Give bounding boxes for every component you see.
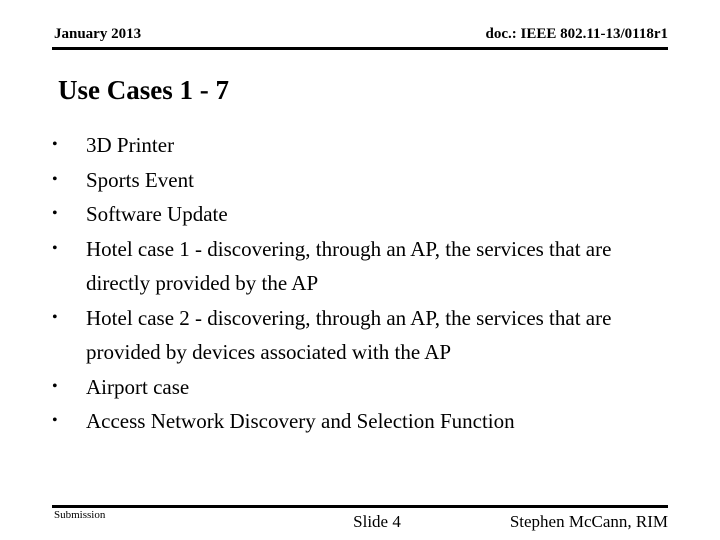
list-item: • Hotel case 2 - discovering, through an… <box>44 301 664 370</box>
header-document-number: doc.: IEEE 802.11-13/0118r1 <box>485 26 668 42</box>
list-item-label: Software Update <box>86 202 228 226</box>
list-item-label: 3D Printer <box>86 133 175 157</box>
bullet-icon: • <box>52 239 58 257</box>
list-item: • Software Update <box>44 197 664 232</box>
list-item-label: Airport case <box>86 374 190 399</box>
use-case-list: • 3D Printer • Sports Event • Software U… <box>44 128 664 439</box>
list-item: • Access Network Discovery and Selection… <box>44 404 664 439</box>
list-item: • Airport case <box>44 370 664 405</box>
slide: January 2013 doc.: IEEE 802.11-13/0118r1… <box>0 0 720 540</box>
page-title: Use Cases 1 - 7 <box>58 75 229 105</box>
list-item: • Sports Event <box>44 163 664 198</box>
list-item-label: Access Network Discovery and Selection F… <box>86 409 515 433</box>
list-item-label: Sports Event <box>86 167 194 192</box>
slide-footer: Submission Slide 4 Stephen McCann, RIM <box>52 508 668 538</box>
bullet-icon: • <box>52 377 58 395</box>
header-divider <box>52 47 668 50</box>
list-item: • Hotel case 1 - discovering, through an… <box>44 232 664 301</box>
bullet-icon: • <box>52 170 58 188</box>
list-item-label: Hotel case 1 - discovering, through an A… <box>86 236 612 296</box>
bullet-icon: • <box>52 412 58 429</box>
list-item-label: Hotel case 2 - discovering, through an A… <box>86 305 612 365</box>
list-item: • 3D Printer <box>44 128 664 163</box>
footer-author: Stephen McCann, RIM <box>509 512 668 531</box>
bullet-icon: • <box>52 308 58 326</box>
header-date: January 2013 <box>54 26 142 42</box>
bullet-icon: • <box>52 205 58 222</box>
bullet-icon: • <box>52 136 58 153</box>
